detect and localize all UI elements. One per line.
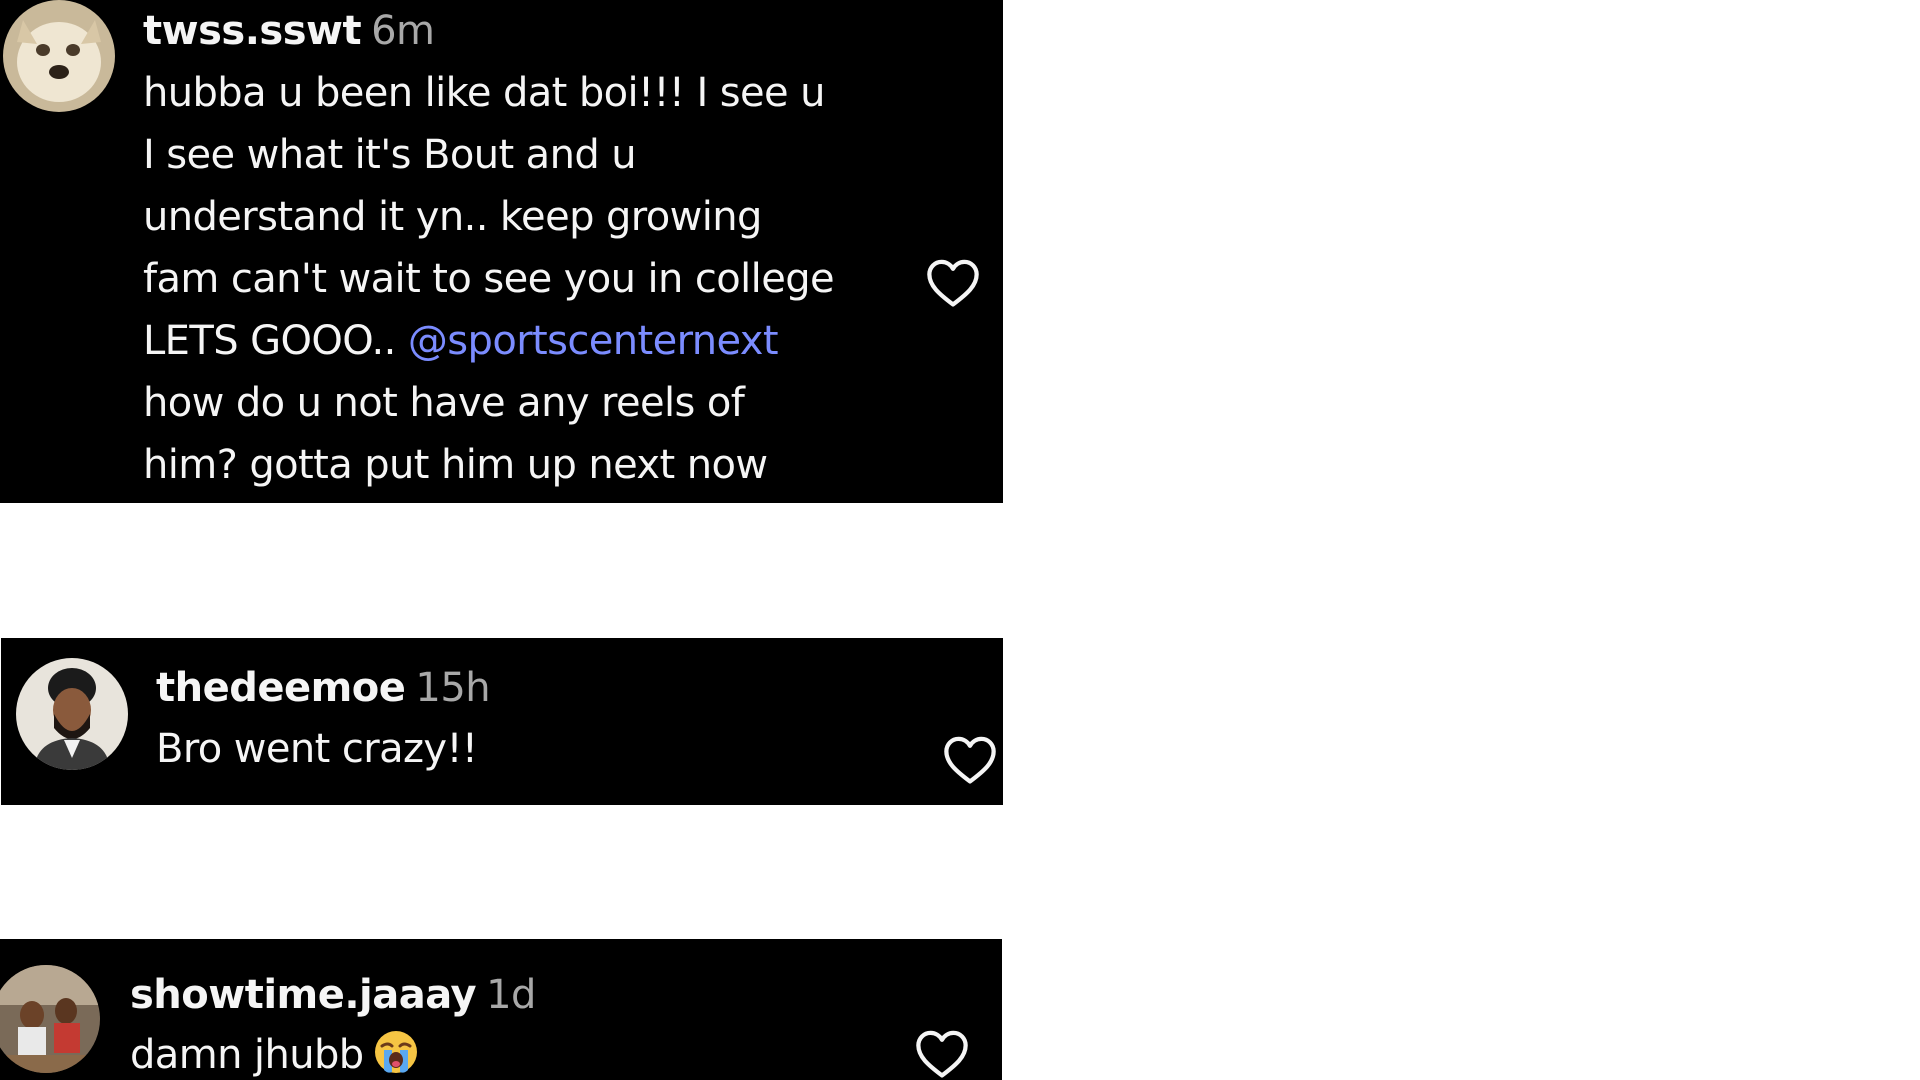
comment-card: showtime.jaaay 1d damn jhubb [0, 939, 1002, 1080]
comment-line-text: LETS GOOO.. [143, 318, 396, 364]
comments-canvas: twss.sswt 6m hubba u been like dat boi!!!… [0, 0, 1920, 1080]
avatar[interactable] [3, 0, 115, 112]
comment-text: hubba u been like dat boi!!! I see u I s… [143, 62, 835, 496]
comment-line: Bro went crazy!! [156, 726, 478, 772]
comment-line: hubba u been like dat boi!!! I see u [143, 70, 825, 116]
comment-header: thedeemoe 15h [156, 665, 491, 711]
timestamp: 1d [486, 972, 536, 1018]
avatar[interactable] [0, 965, 100, 1073]
comment-line: LETS GOOO.. @sportscenternext [143, 310, 834, 372]
loudly-crying-face-icon [372, 1028, 420, 1076]
comment-header: twss.sswt 6m [143, 8, 435, 54]
comment-text: Bro went crazy!! [156, 718, 478, 780]
comment-line: how do u not have any reels of [143, 380, 745, 426]
avatar[interactable] [16, 658, 128, 770]
timestamp: 6m [371, 8, 435, 54]
comment-line: damn jhubb [130, 1024, 420, 1080]
comment-card: twss.sswt 6m hubba u been like dat boi!!!… [0, 0, 1003, 503]
comment-line: him? gotta put him up next now [143, 442, 768, 488]
comment-line-text: damn jhubb [130, 1032, 364, 1078]
comment-line: I see what it's Bout and u [143, 132, 637, 178]
username[interactable]: showtime.jaaay [130, 972, 477, 1018]
like-heart-icon[interactable] [941, 733, 999, 785]
mention-link[interactable]: @sportscenternext [408, 318, 779, 364]
like-heart-icon[interactable] [924, 256, 982, 308]
username[interactable]: thedeemoe [156, 665, 406, 711]
username[interactable]: twss.sswt [143, 8, 362, 54]
like-heart-icon[interactable] [913, 1027, 971, 1079]
comment-line: understand it yn.. keep growing [143, 194, 762, 240]
comment-text: damn jhubb [130, 1024, 420, 1080]
comment-header: showtime.jaaay 1d [130, 972, 536, 1018]
timestamp: 15h [415, 665, 491, 711]
comment-card: thedeemoe 15h Bro went crazy!! [1, 638, 1003, 805]
comment-line: fam can't wait to see you in college [143, 256, 835, 302]
